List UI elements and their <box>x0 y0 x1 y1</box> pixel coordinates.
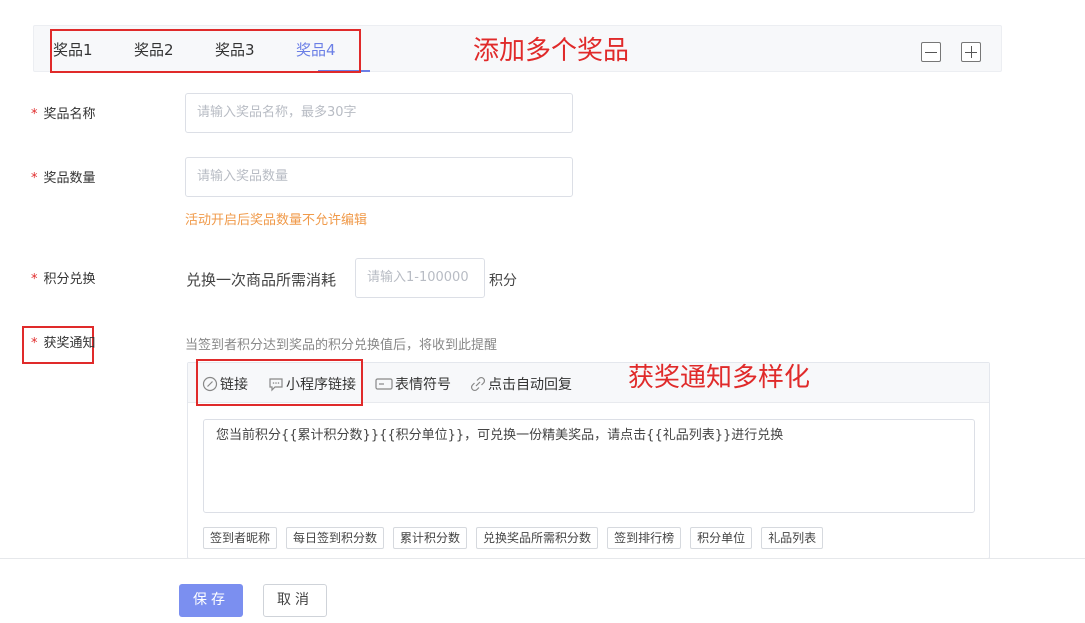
insert-auto-reply-button[interactable]: 点击自动回复 <box>470 374 572 394</box>
remove-prize-button[interactable] <box>921 42 941 62</box>
notify-label-text: 获奖通知 <box>43 336 96 351</box>
emoji-icon <box>375 378 393 390</box>
points-label: * 积分兑换 <box>31 268 96 287</box>
variable-chips: 签到者昵称 每日签到积分数 累计积分数 兑换奖品所需积分数 签到排行榜 积分单位… <box>203 527 824 549</box>
cancel-button[interactable]: 取消 <box>263 584 327 617</box>
prize-qty-label: * 奖品数量 <box>31 167 96 186</box>
insert-emoji-button[interactable]: 表情符号 <box>375 374 451 394</box>
auto-reply-label: 点击自动回复 <box>488 377 572 393</box>
plus-icon-vertical <box>971 46 972 58</box>
emoji-label: 表情符号 <box>395 377 451 393</box>
chip-points-unit[interactable]: 积分单位 <box>690 527 753 549</box>
link-chain-icon <box>470 376 486 392</box>
notify-editor: 链接 小程序链接 表情符号 点击自动回复 您当前积分{{累计积分数}}{{积分单… <box>187 359 990 559</box>
editor-toolbar: 链接 小程序链接 表情符号 点击自动回复 <box>188 359 989 406</box>
prize-qty-hint: 活动开启后奖品数量不允许编辑 <box>185 213 368 228</box>
chip-redeem-points[interactable]: 兑换奖品所需积分数 <box>476 527 599 549</box>
prize-name-label-text: 奖品名称 <box>43 107 96 122</box>
save-button[interactable]: 保存 <box>179 584 243 617</box>
points-unit-text: 积分 <box>489 273 517 289</box>
prize-settings-page: 奖品1 奖品2 奖品3 奖品4 添加多个奖品 * 奖品名称 请输入奖品名称，最多3… <box>0 0 1085 623</box>
annotation-add-prizes: 添加多个奖品 <box>473 36 630 66</box>
footer-divider <box>0 558 1085 559</box>
points-prefix-text: 兑换一次商品所需消耗 <box>186 271 337 289</box>
required-marker: * <box>31 171 38 186</box>
chip-checkin-nickname[interactable]: 签到者昵称 <box>203 527 278 549</box>
annotation-notify-variety: 获奖通知多样化 <box>628 363 811 393</box>
notify-content-textarea[interactable]: 您当前积分{{累计积分数}}{{积分单位}}，可兑换一份精美奖品，请点击{{礼品… <box>203 419 975 513</box>
notify-description: 当签到者积分达到奖品的积分兑换值后，将收到此提醒 <box>185 338 498 353</box>
prize-qty-label-text: 奖品数量 <box>43 171 96 186</box>
required-marker: * <box>31 107 38 122</box>
required-marker: * <box>31 272 38 287</box>
chip-checkin-ranking[interactable]: 签到排行榜 <box>607 527 682 549</box>
chip-daily-points[interactable]: 每日签到积分数 <box>286 527 385 549</box>
chip-gift-list[interactable]: 礼品列表 <box>761 527 824 549</box>
required-marker: * <box>31 336 38 351</box>
annotation-highlight-box <box>50 29 361 73</box>
points-label-text: 积分兑换 <box>43 272 96 287</box>
notify-label: * 获奖通知 <box>31 332 96 351</box>
minus-icon <box>925 52 937 53</box>
add-prize-button[interactable] <box>961 42 981 62</box>
points-input[interactable]: 请输入1-100000 <box>355 258 485 298</box>
chip-total-points[interactable]: 累计积分数 <box>393 527 468 549</box>
prize-name-input[interactable]: 请输入奖品名称，最多30字 <box>185 93 573 133</box>
prize-qty-input[interactable]: 请输入奖品数量 <box>185 157 573 197</box>
prize-name-label: * 奖品名称 <box>31 103 96 122</box>
annotation-highlight-box <box>196 359 363 406</box>
